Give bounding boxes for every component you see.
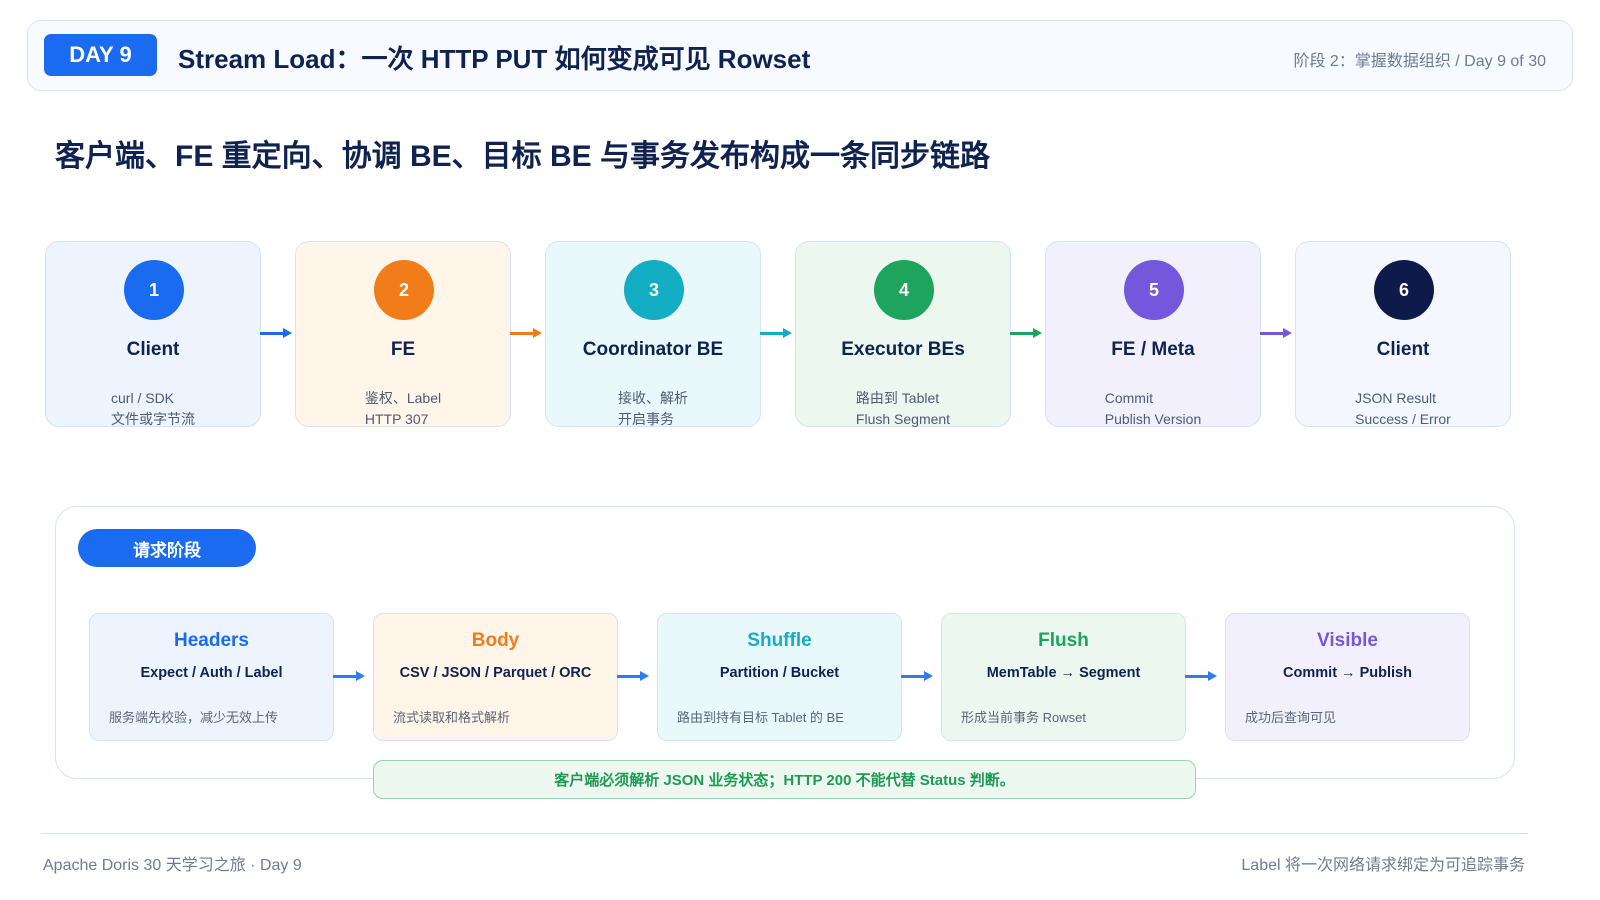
phase-label: 请求阶段	[78, 529, 256, 567]
arrow-right-icon	[260, 328, 292, 338]
step-number: 3	[624, 260, 684, 320]
stage-title: Body	[471, 630, 520, 651]
stage-title: Visible	[1317, 630, 1378, 651]
stage-note: 路由到持有目标 Tablet 的 BE	[677, 710, 844, 725]
step-number: 2	[374, 260, 434, 320]
stage-note: 服务端先校验，减少无效上传	[109, 710, 279, 725]
step-number: 1	[124, 260, 184, 320]
flow-card-executor-bes: 4 Executor BEs 路由到 Tablet Flush Segment	[795, 241, 1011, 427]
step-desc-line: HTTP 307	[364, 411, 429, 427]
step-desc-line: 鉴权、Label	[364, 390, 442, 406]
flow-card-fe-meta: 5 FE / Meta Commit Publish Version	[1045, 241, 1261, 427]
day-badge: DAY 9	[44, 34, 157, 76]
arrow-right-icon	[617, 671, 649, 681]
header-bar: DAY 9 Stream Load：一次 HTTP PUT 如何变成可见 Row…	[27, 20, 1573, 91]
step-desc-line: curl / SDK	[111, 390, 175, 406]
arrow-right-icon	[760, 328, 792, 338]
footer-left-text: Apache Doris 30 天学习之旅 · Day 9	[43, 857, 302, 874]
stage-title: Headers	[174, 630, 249, 651]
arrow-right-icon	[1260, 328, 1292, 338]
flow-card-coordinator-be: 3 Coordinator BE 接收、解析 开启事务	[545, 241, 761, 427]
flow-card-client-result: 6 Client JSON Result Success / Error	[1295, 241, 1511, 427]
step-desc-line: Publish Version	[1104, 411, 1202, 427]
stage-card-flush: Flush MemTable → Segment 形成当前事务 Rowset	[941, 613, 1186, 741]
step-number: 5	[1124, 260, 1184, 320]
stage-note: 成功后查询可见	[1245, 710, 1337, 725]
footer-divider	[41, 833, 1528, 834]
stage-subtitle: Commit → Publish	[1283, 665, 1412, 681]
step-desc-line: Success / Error	[1355, 411, 1451, 427]
arrow-right-icon	[901, 671, 933, 681]
header-meta: 阶段 2：掌握数据组织 / Day 9 of 30	[1293, 53, 1546, 70]
arrow-right-icon	[1010, 328, 1042, 338]
stage-card-shuffle: Shuffle Partition / Bucket 路由到持有目标 Table…	[657, 613, 902, 741]
step-number: 6	[1374, 260, 1434, 320]
stage-card-visible: Visible Commit → Publish 成功后查询可见	[1225, 613, 1470, 741]
step-name: FE / Meta	[1111, 339, 1195, 360]
stage-note: 形成当前事务 Rowset	[961, 710, 1086, 725]
stage-title: Flush	[1038, 630, 1089, 651]
stage-card-body: Body CSV / JSON / Parquet / ORC 流式读取和格式解…	[373, 613, 618, 741]
step-desc-line: 路由到 Tablet	[855, 390, 940, 406]
step-desc-line: 开启事务	[618, 411, 674, 427]
step-desc-line: JSON Result	[1355, 390, 1437, 406]
arrow-right-icon	[510, 328, 542, 338]
status-notice: 客户端必须解析 JSON 业务状态；HTTP 200 不能代替 Status 判…	[373, 760, 1196, 799]
page-title: Stream Load：一次 HTTP PUT 如何变成可见 Rowset	[178, 44, 811, 74]
footer-right-text: Label 将一次网络请求绑定为可追踪事务	[1241, 857, 1525, 874]
step-name: Client	[1376, 339, 1430, 360]
stage-subtitle: Expect / Auth / Label	[140, 665, 283, 681]
step-desc-line: 文件或字节流	[111, 411, 195, 427]
step-number: 4	[874, 260, 934, 320]
stage-subtitle: Partition / Bucket	[719, 665, 840, 681]
step-desc-line: Flush Segment	[855, 411, 951, 427]
step-desc-line: 接收、解析	[618, 390, 688, 406]
step-name: Coordinator BE	[582, 339, 724, 360]
stage-subtitle: CSV / JSON / Parquet / ORC	[399, 665, 592, 681]
stage-subtitle: MemTable → Segment	[986, 665, 1141, 681]
subtitle: 客户端、FE 重定向、协调 BE、目标 BE 与事务发布构成一条同步链路	[55, 140, 991, 173]
step-name: FE	[390, 339, 416, 360]
step-name: Client	[126, 339, 180, 360]
stage-card-headers: Headers Expect / Auth / Label 服务端先校验，减少无…	[89, 613, 334, 741]
stage-note: 流式读取和格式解析	[393, 710, 511, 725]
arrow-right-icon	[1185, 671, 1217, 681]
step-desc-line: Commit	[1104, 390, 1153, 406]
step-name: Executor BEs	[841, 339, 965, 360]
arrow-right-icon	[333, 671, 365, 681]
flow-card-fe: 2 FE 鉴权、Label HTTP 307	[295, 241, 511, 427]
flow-card-client: 1 Client curl / SDK 文件或字节流	[45, 241, 261, 427]
stage-title: Shuffle	[747, 630, 812, 651]
